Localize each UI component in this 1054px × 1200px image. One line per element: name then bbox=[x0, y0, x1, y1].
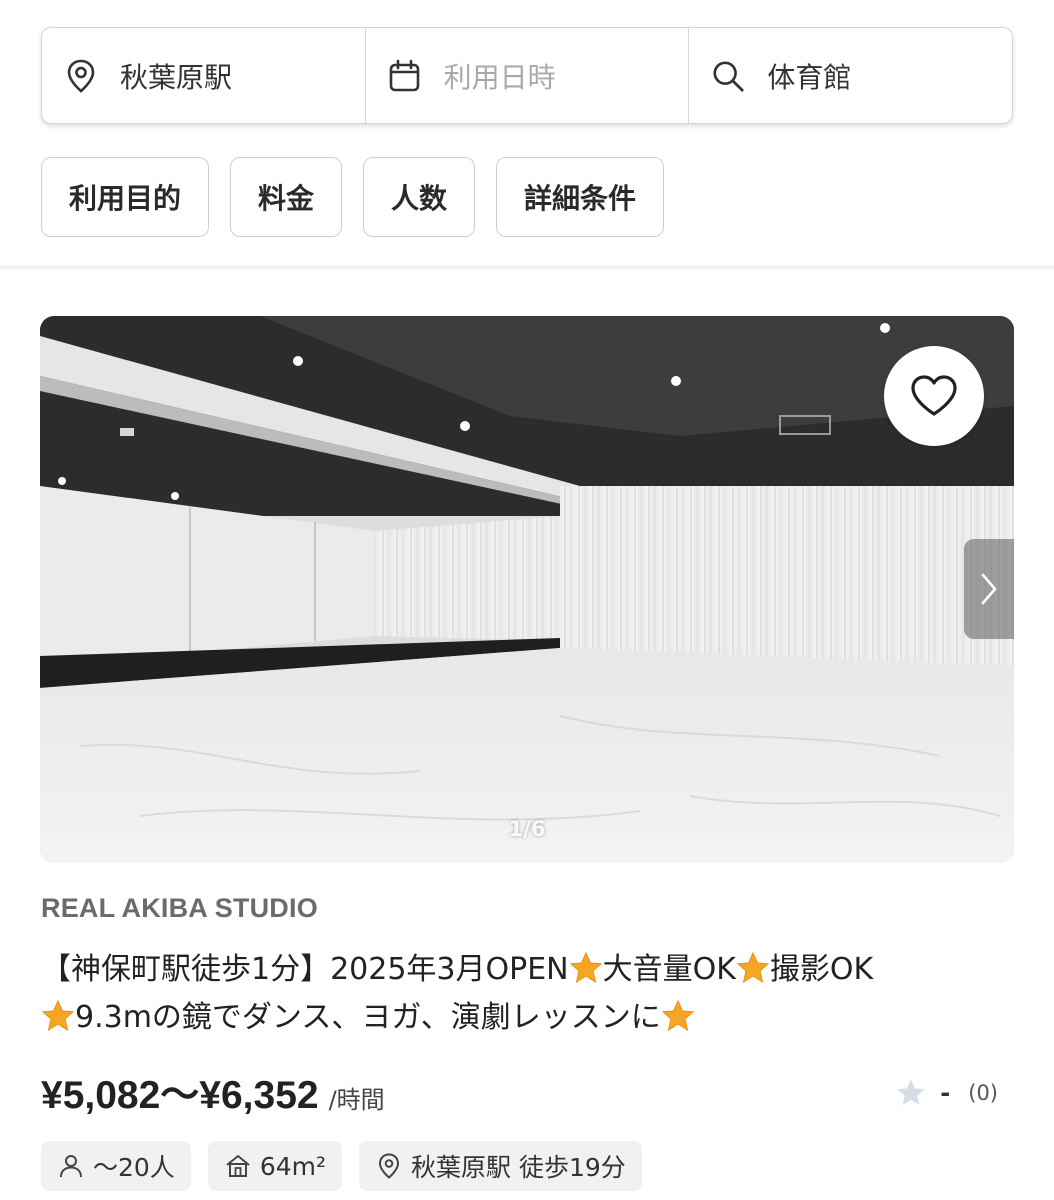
filter-details-button[interactable]: 詳細条件 bbox=[496, 157, 665, 237]
access-value: 秋葉原駅 徒歩19分 bbox=[411, 1153, 626, 1182]
listing-photo-carousel[interactable]: 1/6 bbox=[40, 316, 1014, 863]
area-tag: 64m² bbox=[207, 1141, 342, 1191]
rating-value: - bbox=[940, 1079, 951, 1107]
filter-price-button[interactable]: 料金 bbox=[230, 157, 343, 237]
star-emoji-icon bbox=[661, 999, 694, 1032]
location-field[interactable]: 秋葉原駅 bbox=[42, 28, 366, 123]
filter-people-button[interactable]: 人数 bbox=[363, 157, 476, 237]
access-tag: 秋葉原駅 徒歩19分 bbox=[359, 1141, 642, 1191]
map-pin-icon bbox=[375, 1152, 403, 1180]
area-value: 64m² bbox=[259, 1151, 326, 1181]
chevron-right-icon bbox=[981, 573, 997, 605]
map-pin-icon bbox=[64, 59, 98, 93]
keyword-value: 体育館 bbox=[767, 60, 852, 94]
star-emoji-icon bbox=[41, 999, 75, 1032]
filter-purpose-button[interactable]: 利用目的 bbox=[41, 157, 210, 237]
star-emoji-icon bbox=[736, 951, 770, 984]
photo-counter: 1/6 bbox=[508, 817, 546, 841]
calendar-icon bbox=[388, 59, 422, 93]
datetime-field[interactable]: 利用日時 bbox=[366, 28, 690, 123]
capacity-value: 〜20人 bbox=[93, 1153, 175, 1182]
title-text-3: 撮影OK bbox=[769, 952, 874, 987]
capacity-tag: 〜20人 bbox=[41, 1141, 191, 1191]
studio-name: REAL AKIBA STUDIO bbox=[41, 893, 318, 923]
rating: - (0) bbox=[896, 1078, 998, 1108]
search-bar: 秋葉原駅 利用日時 体育館 bbox=[41, 27, 1013, 124]
search-icon bbox=[711, 59, 745, 93]
person-icon bbox=[57, 1152, 85, 1180]
title-text-1: 【神保町駅徒歩1分】2025年3月OPEN bbox=[41, 952, 569, 987]
star-icon bbox=[897, 1079, 925, 1105]
section-divider bbox=[0, 266, 1054, 270]
heart-icon bbox=[911, 375, 957, 416]
listing-tags: 〜20人 64m² 秋葉原駅 徒歩19分 bbox=[41, 1141, 642, 1191]
keyword-field[interactable]: 体育館 bbox=[689, 28, 1012, 123]
next-photo-button[interactable] bbox=[964, 539, 1014, 639]
star-emoji-icon bbox=[569, 951, 602, 984]
price-range: ¥5,082〜¥6,352 /時間 bbox=[41, 1064, 385, 1120]
datetime-placeholder: 利用日時 bbox=[443, 60, 556, 94]
favorite-button[interactable] bbox=[884, 346, 984, 446]
house-icon bbox=[224, 1152, 252, 1180]
filter-bar: 利用目的 料金 人数 詳細条件 bbox=[41, 157, 665, 237]
location-value: 秋葉原駅 bbox=[120, 60, 233, 94]
listing-title[interactable]: 【神保町駅徒歩1分】2025年3月OPEN 大音量OK 撮影OK 9.3mの鏡でダンス… bbox=[41, 946, 1013, 1042]
title-text-2: 大音量OK bbox=[602, 952, 736, 987]
review-count: (0) bbox=[968, 1081, 998, 1105]
title-text-4: 9.3mの鏡でダンス、ヨガ、演劇レッスンに bbox=[75, 1000, 661, 1035]
price-unit: /時間 bbox=[328, 1086, 385, 1114]
studio-photo bbox=[40, 316, 1014, 863]
price-amount: ¥5,082〜¥6,352 bbox=[41, 1074, 319, 1117]
